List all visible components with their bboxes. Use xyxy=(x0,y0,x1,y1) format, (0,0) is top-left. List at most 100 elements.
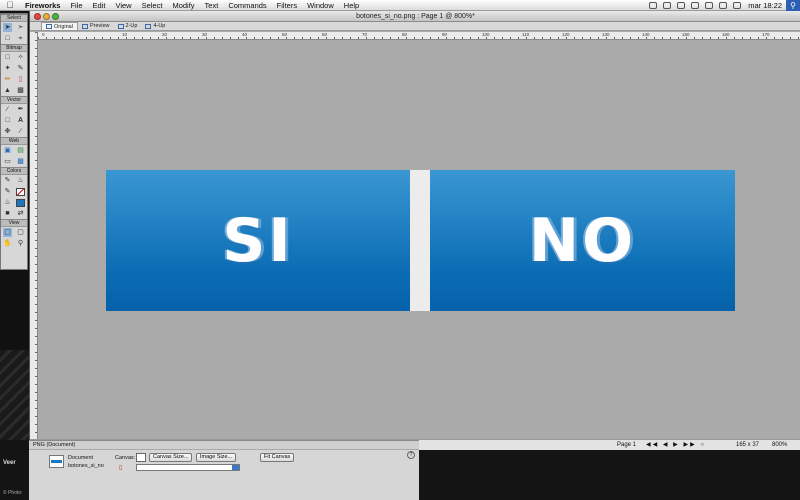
default-colors-icon[interactable]: ■ xyxy=(3,209,12,218)
battery-icon[interactable] xyxy=(733,1,742,9)
view-tabs: Original Preview 2-Up 4-Up xyxy=(30,22,800,31)
lasso-tool-icon[interactable]: ✧ xyxy=(16,53,25,62)
menu-edit[interactable]: Edit xyxy=(88,0,111,11)
fit-canvas-button[interactable]: Fit Canvas xyxy=(260,453,295,462)
apple-icon[interactable]:  xyxy=(0,0,20,11)
pointer-tool-icon[interactable]: ➤ xyxy=(3,23,12,32)
freeform-tool-icon[interactable]: ✥ xyxy=(3,127,12,136)
stroke-color-icon[interactable]: ✎ xyxy=(3,187,12,196)
menu-file[interactable]: File xyxy=(65,0,87,11)
document-thumbnail-icon xyxy=(49,455,64,468)
menu-bar:  Fireworks File Edit View Select Modify… xyxy=(0,0,800,11)
ruler-label: 60 xyxy=(322,32,328,37)
desktop-wallpaper xyxy=(0,350,30,440)
tab-original[interactable]: Original xyxy=(41,22,78,30)
canvas-color-swatch[interactable] xyxy=(136,453,146,462)
tools-section-bitmap: Bitmap xyxy=(1,44,27,52)
document-name-label: botones_si_no xyxy=(68,463,104,469)
menu-fireworks[interactable]: Fireworks xyxy=(20,0,65,11)
page-selector[interactable]: Page 1 xyxy=(617,441,636,450)
paint-bucket-icon[interactable]: ♨ xyxy=(16,176,25,185)
ruler-label: 80 xyxy=(402,32,408,37)
menu-commands[interactable]: Commands xyxy=(223,0,271,11)
swap-colors-icon[interactable]: ⇄ xyxy=(16,209,25,218)
vertical-ruler[interactable] xyxy=(30,32,38,443)
brush-tool-icon[interactable]: ✎ xyxy=(16,64,25,73)
sync-icon[interactable] xyxy=(677,1,686,9)
eraser-icon: ▯ xyxy=(119,465,123,471)
fill-color-icon[interactable]: ♨ xyxy=(3,198,12,207)
chat-icon[interactable] xyxy=(663,1,672,9)
eraser-tool-icon[interactable]: ▯ xyxy=(16,75,25,84)
canvas-size-button[interactable]: Canvas Size... xyxy=(149,453,193,462)
menu-filters[interactable]: Filters xyxy=(272,0,302,11)
tool-row: ▣ ▤ xyxy=(1,145,27,156)
standard-mode-icon[interactable]: ▢ xyxy=(3,228,12,237)
stroke-color-swatch[interactable] xyxy=(16,187,25,196)
marquee-tool-icon[interactable]: □ xyxy=(3,53,12,62)
scale-tool-icon[interactable]: □ xyxy=(3,34,12,43)
canvas-dropdown[interactable] xyxy=(136,464,240,471)
volume-icon[interactable] xyxy=(719,1,728,9)
menu-clock[interactable]: mar 18:22 xyxy=(744,0,786,11)
si-button-graphic[interactable]: SI xyxy=(106,170,410,311)
wallpaper-logo: Veer xyxy=(3,460,16,466)
menu-modify[interactable]: Modify xyxy=(167,0,199,11)
menu-window[interactable]: Window xyxy=(302,0,339,11)
document-canvas[interactable]: SI NO xyxy=(106,170,735,311)
hide-slices-icon[interactable]: ▭ xyxy=(3,157,12,166)
crop-tool-icon[interactable]: ⌖ xyxy=(16,34,25,43)
tool-row: ✋ ⚲ xyxy=(1,238,27,249)
magic-wand-icon[interactable]: ✦ xyxy=(3,64,12,73)
tool-row: ∕ ✒ xyxy=(1,104,27,115)
fullscreen-mode-icon[interactable]: ▢ xyxy=(16,228,25,237)
slice-tool-icon[interactable]: ▤ xyxy=(16,146,25,155)
rectangle-tool-icon[interactable]: □ xyxy=(3,116,12,125)
no-button-graphic[interactable]: NO xyxy=(430,170,735,311)
document-type-label: Document xyxy=(68,455,94,461)
properties-header[interactable]: PNG (Document) xyxy=(29,441,419,450)
tab-label: Original xyxy=(54,23,73,30)
pencil-icon xyxy=(46,24,52,29)
window-titlebar[interactable]: botones_si_no.png : Page 1 @ 800%* xyxy=(30,11,800,22)
fill-color-swatch[interactable] xyxy=(16,198,25,207)
show-slices-icon[interactable]: ▩ xyxy=(16,157,25,166)
zoom-select[interactable]: 800% xyxy=(772,441,787,450)
search-icon[interactable]: ⚲ xyxy=(786,0,800,11)
tool-row: □ ✧ xyxy=(1,52,27,63)
menu-help[interactable]: Help xyxy=(339,0,364,11)
no-label: NO xyxy=(528,205,637,276)
tab-2up[interactable]: 2-Up xyxy=(114,22,142,30)
menu-extras: mar 18:22 ⚲ xyxy=(646,0,800,11)
pen-tool-icon[interactable]: ✒ xyxy=(16,105,25,114)
bluetooth-icon[interactable] xyxy=(691,1,700,9)
zoom-tool-icon[interactable]: ⚲ xyxy=(16,239,25,248)
preview-icon xyxy=(81,23,88,29)
tool-row: ➤ ➣ xyxy=(1,22,27,33)
tool-row: ✦ ✎ xyxy=(1,63,27,74)
hand-tool-icon[interactable]: ✋ xyxy=(3,239,12,248)
text-tool-icon[interactable]: A xyxy=(16,116,25,125)
tool-row: ✎ xyxy=(1,186,27,197)
blur-tool-icon[interactable]: ▲ xyxy=(3,86,12,95)
menu-select[interactable]: Select xyxy=(137,0,168,11)
line-tool-icon[interactable]: ∕ xyxy=(3,105,12,114)
help-icon[interactable]: ? xyxy=(407,451,415,459)
knife-tool-icon[interactable]: ∕ xyxy=(16,127,25,136)
wifi-icon[interactable] xyxy=(705,1,714,9)
four-up-icon xyxy=(145,23,152,29)
menu-view[interactable]: View xyxy=(110,0,136,11)
pencil-tool-icon[interactable]: ✏ xyxy=(3,75,12,84)
horizontal-ruler[interactable]: 0 10 20 30 40 50 60 70 80 90 100 110 120… xyxy=(38,32,800,40)
hotspot-tool-icon[interactable]: ▣ xyxy=(3,146,12,155)
frame-nav-controls[interactable]: ◀◀ ◀ ▶ ▶▶ ○ xyxy=(646,441,706,450)
stamp-tool-icon[interactable]: ▩ xyxy=(16,86,25,95)
subselect-tool-icon[interactable]: ➣ xyxy=(16,23,25,32)
image-size-button[interactable]: Image Size... xyxy=(196,453,237,462)
tab-preview[interactable]: Preview xyxy=(78,22,114,30)
adium-icon[interactable] xyxy=(649,1,658,9)
eyedropper-tool-icon[interactable]: ✎ xyxy=(3,176,12,185)
menu-text[interactable]: Text xyxy=(200,0,224,11)
tab-4up[interactable]: 4-Up xyxy=(141,22,169,30)
tab-label: 2-Up xyxy=(125,23,138,29)
